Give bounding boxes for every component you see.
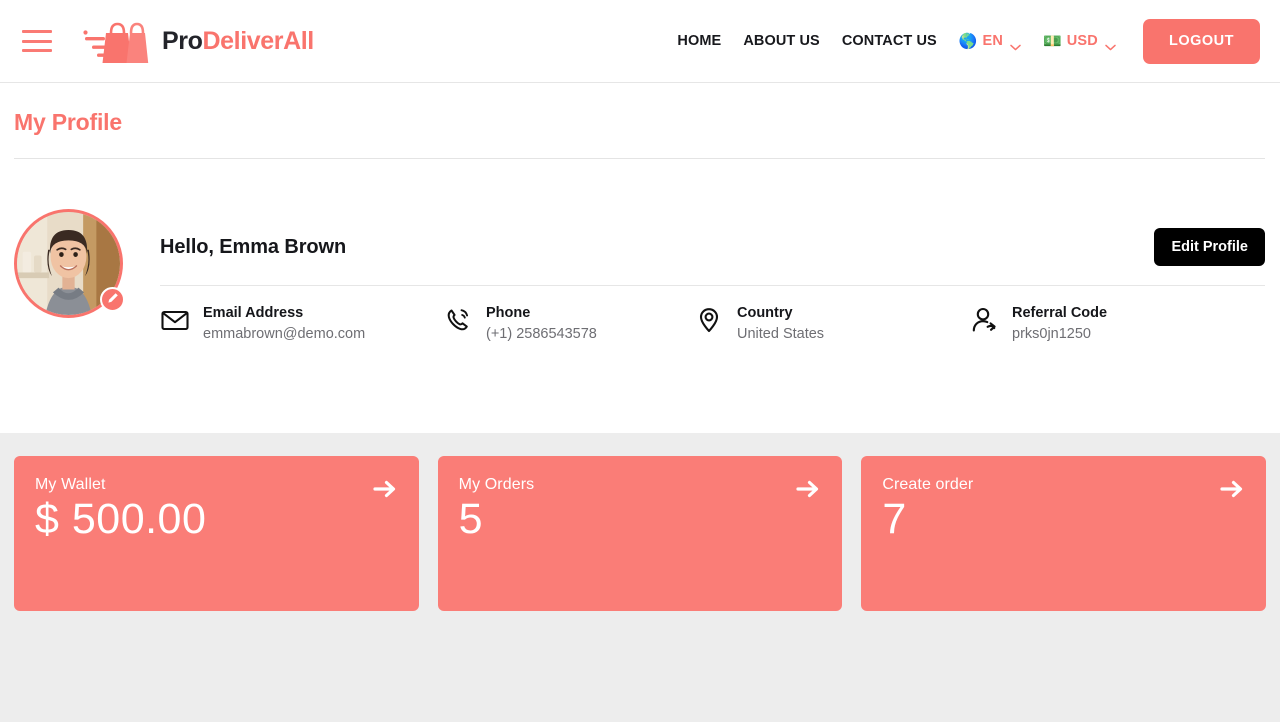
logout-button[interactable]: LOGOUT bbox=[1142, 18, 1260, 64]
stat-card-my-orders[interactable]: My Orders 5 bbox=[437, 456, 843, 611]
brand-logo-link[interactable]: ProDeliverAll bbox=[81, 15, 314, 67]
profile-info-grid: Email Address emmabrown@demo.com Phone (… bbox=[160, 303, 1265, 345]
stat-label: Create order bbox=[882, 476, 974, 493]
language-code: EN bbox=[982, 33, 1004, 49]
brand-name-secondary: DeliverAll bbox=[202, 26, 314, 55]
info-value: United States bbox=[737, 326, 825, 343]
map-pin-icon bbox=[694, 305, 724, 335]
profile-row: Hello, Emma Brown Edit Profile Email Add… bbox=[14, 208, 1265, 345]
stat-card-my-wallet[interactable]: My Wallet $ 500.00 bbox=[14, 456, 419, 611]
info-text-block: Referral Code prks0jn1250 bbox=[1012, 303, 1107, 345]
info-label: Email Address bbox=[203, 305, 304, 321]
chevron-down-icon bbox=[1105, 38, 1116, 50]
arrow-right-icon[interactable] bbox=[372, 476, 398, 502]
hamburger-bar bbox=[22, 39, 52, 43]
shopping-bags-logo-icon bbox=[81, 15, 153, 67]
info-item-country: Country United States bbox=[694, 303, 969, 345]
stat-label: My Orders bbox=[458, 476, 535, 493]
site-header: ProDeliverAll HOME ABOUT US CONTACT US 🌎… bbox=[0, 0, 1280, 83]
arrow-right-icon[interactable] bbox=[1219, 476, 1245, 502]
profile-details: Hello, Emma Brown Edit Profile Email Add… bbox=[160, 208, 1265, 345]
avatar-edit-button[interactable] bbox=[100, 287, 125, 312]
info-item-phone: Phone (+1) 2586543578 bbox=[443, 303, 694, 345]
stat-value: $ 500.00 bbox=[35, 495, 207, 543]
nav-item-contact-us[interactable]: CONTACT US bbox=[831, 33, 948, 49]
page-title-section: My Profile bbox=[0, 83, 1280, 159]
stat-value: 5 bbox=[458, 495, 484, 543]
info-label: Referral Code bbox=[1012, 305, 1108, 321]
brand-name-primary: Pro bbox=[162, 26, 203, 55]
globe-icon: 🌎 bbox=[958, 32, 978, 50]
info-value: (+1) 2586543578 bbox=[486, 326, 597, 343]
currency-code: USD bbox=[1066, 33, 1098, 49]
arrow-right-icon[interactable] bbox=[795, 476, 821, 502]
hamburger-bar bbox=[22, 49, 52, 52]
hamburger-bar bbox=[22, 30, 52, 33]
main-navigation: HOME ABOUT US CONTACT US 🌎 EN 💵 USD LOGO… bbox=[666, 18, 1260, 64]
chevron-down-icon bbox=[1010, 38, 1021, 50]
nav-item-about-us[interactable]: ABOUT US bbox=[732, 33, 831, 49]
nav-item-home[interactable]: HOME bbox=[666, 33, 732, 49]
language-selector[interactable]: 🌎 EN bbox=[948, 32, 1032, 50]
pencil-icon bbox=[107, 291, 119, 309]
info-item-referral-code: Referral Code prks0jn1250 bbox=[969, 303, 1265, 345]
hamburger-icon[interactable] bbox=[22, 30, 52, 52]
stat-card-create-order[interactable]: Create order 7 bbox=[861, 456, 1266, 611]
stat-label: My Wallet bbox=[35, 476, 106, 493]
profile-header-row: Hello, Emma Brown Edit Profile bbox=[160, 228, 1265, 266]
info-value: prks0jn1250 bbox=[1012, 326, 1091, 343]
page-title: My Profile bbox=[14, 109, 122, 135]
info-item-email: Email Address emmabrown@demo.com bbox=[160, 303, 443, 345]
stat-value: 7 bbox=[882, 495, 907, 543]
stats-section: My Wallet $ 500.00 My Orders 5 Create or… bbox=[0, 433, 1280, 722]
currency-selector[interactable]: 💵 USD bbox=[1032, 32, 1127, 50]
envelope-icon bbox=[160, 305, 190, 335]
profile-divider bbox=[160, 285, 1265, 286]
info-label: Country bbox=[737, 305, 793, 321]
avatar[interactable] bbox=[14, 209, 125, 318]
user-share-icon bbox=[969, 305, 999, 335]
info-text-block: Email Address emmabrown@demo.com bbox=[203, 303, 365, 345]
info-label: Phone bbox=[486, 305, 531, 321]
edit-profile-button[interactable]: Edit Profile bbox=[1154, 228, 1265, 266]
phone-ringing-icon bbox=[443, 305, 473, 335]
info-text-block: Phone (+1) 2586543578 bbox=[486, 303, 597, 345]
info-value: emmabrown@demo.com bbox=[203, 326, 366, 343]
brand-name: ProDeliverAll bbox=[162, 27, 314, 56]
banknote-icon: 💵 bbox=[1043, 32, 1062, 50]
stats-grid: My Wallet $ 500.00 My Orders 5 Create or… bbox=[14, 456, 1266, 611]
greeting-text: Hello, Emma Brown bbox=[160, 235, 347, 258]
info-text-block: Country United States bbox=[737, 303, 824, 345]
profile-section: Hello, Emma Brown Edit Profile Email Add… bbox=[0, 159, 1280, 433]
